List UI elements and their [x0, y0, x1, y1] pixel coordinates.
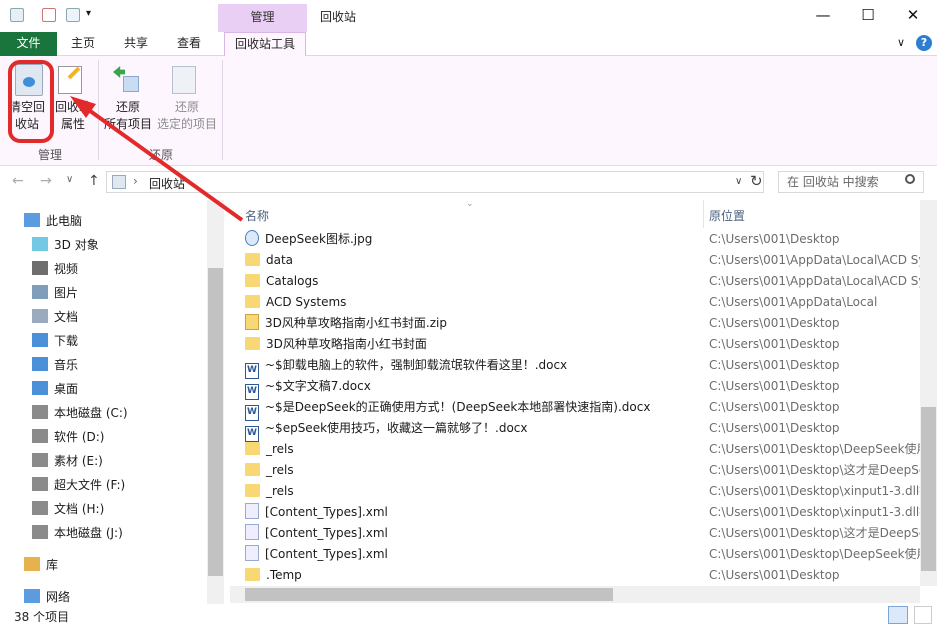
annotation-arrow-line — [84, 106, 244, 222]
annotation-arrow — [70, 96, 244, 222]
